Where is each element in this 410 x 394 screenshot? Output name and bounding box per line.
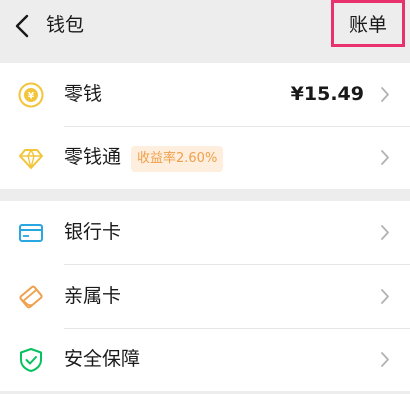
family-card-icon [19,285,43,309]
balance-label: 零钱 [64,83,103,105]
family-card-label: 亲属卡 [64,285,122,307]
list-item-family-card[interactable]: 亲属卡 [0,265,410,328]
svg-text:¥: ¥ [28,92,35,102]
chevron-right-icon [381,289,389,304]
list-item-security[interactable]: 安全保障 [0,328,410,391]
list-item-bank-card[interactable]: 银行卡 [0,201,410,264]
chevron-right-icon [381,87,389,102]
shield-icon [20,348,42,372]
page-title: 钱包 [46,14,85,36]
yield-badge: 收益率2.60% [131,146,224,172]
yuan-coin-icon: ¥ [18,82,44,108]
back-arrow-icon[interactable] [12,13,34,39]
bill-button[interactable]: 账单 [331,0,405,47]
chevron-right-icon [381,225,389,240]
chevron-right-icon [381,150,389,165]
balance-value: ¥15.49 [290,83,364,105]
list-item-balance[interactable]: ¥ 零钱 ¥15.49 [0,63,410,126]
wealth-label: 零钱通 [64,146,122,168]
security-label: 安全保障 [64,348,141,370]
bank-card-label: 银行卡 [64,221,122,243]
bank-card-icon [19,224,43,242]
diamond-icon [19,149,43,169]
cards-group: 银行卡 亲属卡 安全保障 [0,201,410,391]
chevron-right-icon [381,352,389,367]
top-bar: 钱包 账单 [0,0,410,52]
